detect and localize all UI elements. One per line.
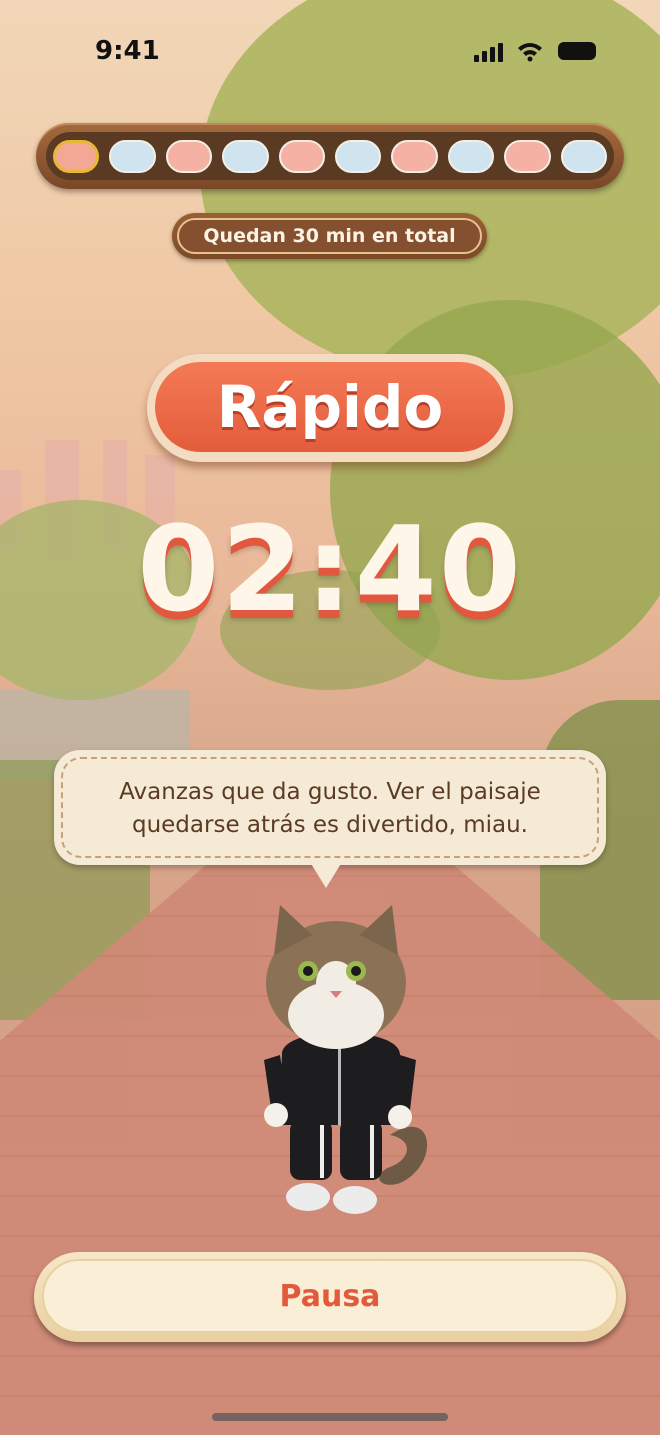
remaining-time-text: Quedan 30 min en total <box>177 218 482 254</box>
interval-segments <box>46 132 614 180</box>
interval-segment-slow <box>334 139 382 173</box>
interval-progress-bar <box>36 123 624 189</box>
interval-segment-fast <box>391 139 438 173</box>
home-indicator[interactable] <box>212 1413 448 1421</box>
status-bar: 9:41 <box>0 0 660 100</box>
wifi-icon <box>518 43 542 62</box>
mode-badge: Rápido <box>147 354 513 462</box>
remaining-time-badge: Quedan 30 min en total <box>172 213 487 259</box>
interval-segment-slow <box>447 139 495 173</box>
mode-label: Rápido <box>155 362 505 452</box>
cellular-signal-icon <box>474 43 503 62</box>
interval-segment-slow <box>109 139 156 173</box>
speech-bubble-text: Avanzas que da gusto. Ver el paisaje que… <box>54 776 606 842</box>
speech-line-2: quedarse atrás es divertido, miau. <box>131 812 528 838</box>
interval-segment-fast <box>504 139 551 173</box>
walk-session-screen: 9:41 Quedan 30 min en total Rápido 02:40… <box>0 0 660 1435</box>
battery-icon <box>558 42 596 60</box>
pause-button-label: Pausa <box>42 1259 618 1333</box>
interval-segment-fast <box>165 139 213 173</box>
status-time: 9:41 <box>95 36 160 66</box>
interval-segment-fast <box>53 139 100 173</box>
interval-segment-fast <box>278 139 325 173</box>
interval-segment-slow <box>560 139 607 173</box>
interval-segment-slow <box>222 139 269 173</box>
countdown-timer: 02:40 <box>137 500 523 638</box>
cat-mascot-image <box>264 905 428 1214</box>
speech-line-1: Avanzas que da gusto. Ver el paisaje <box>119 779 541 805</box>
speech-bubble-tail <box>310 862 342 888</box>
pause-button[interactable]: Pausa <box>34 1252 626 1342</box>
